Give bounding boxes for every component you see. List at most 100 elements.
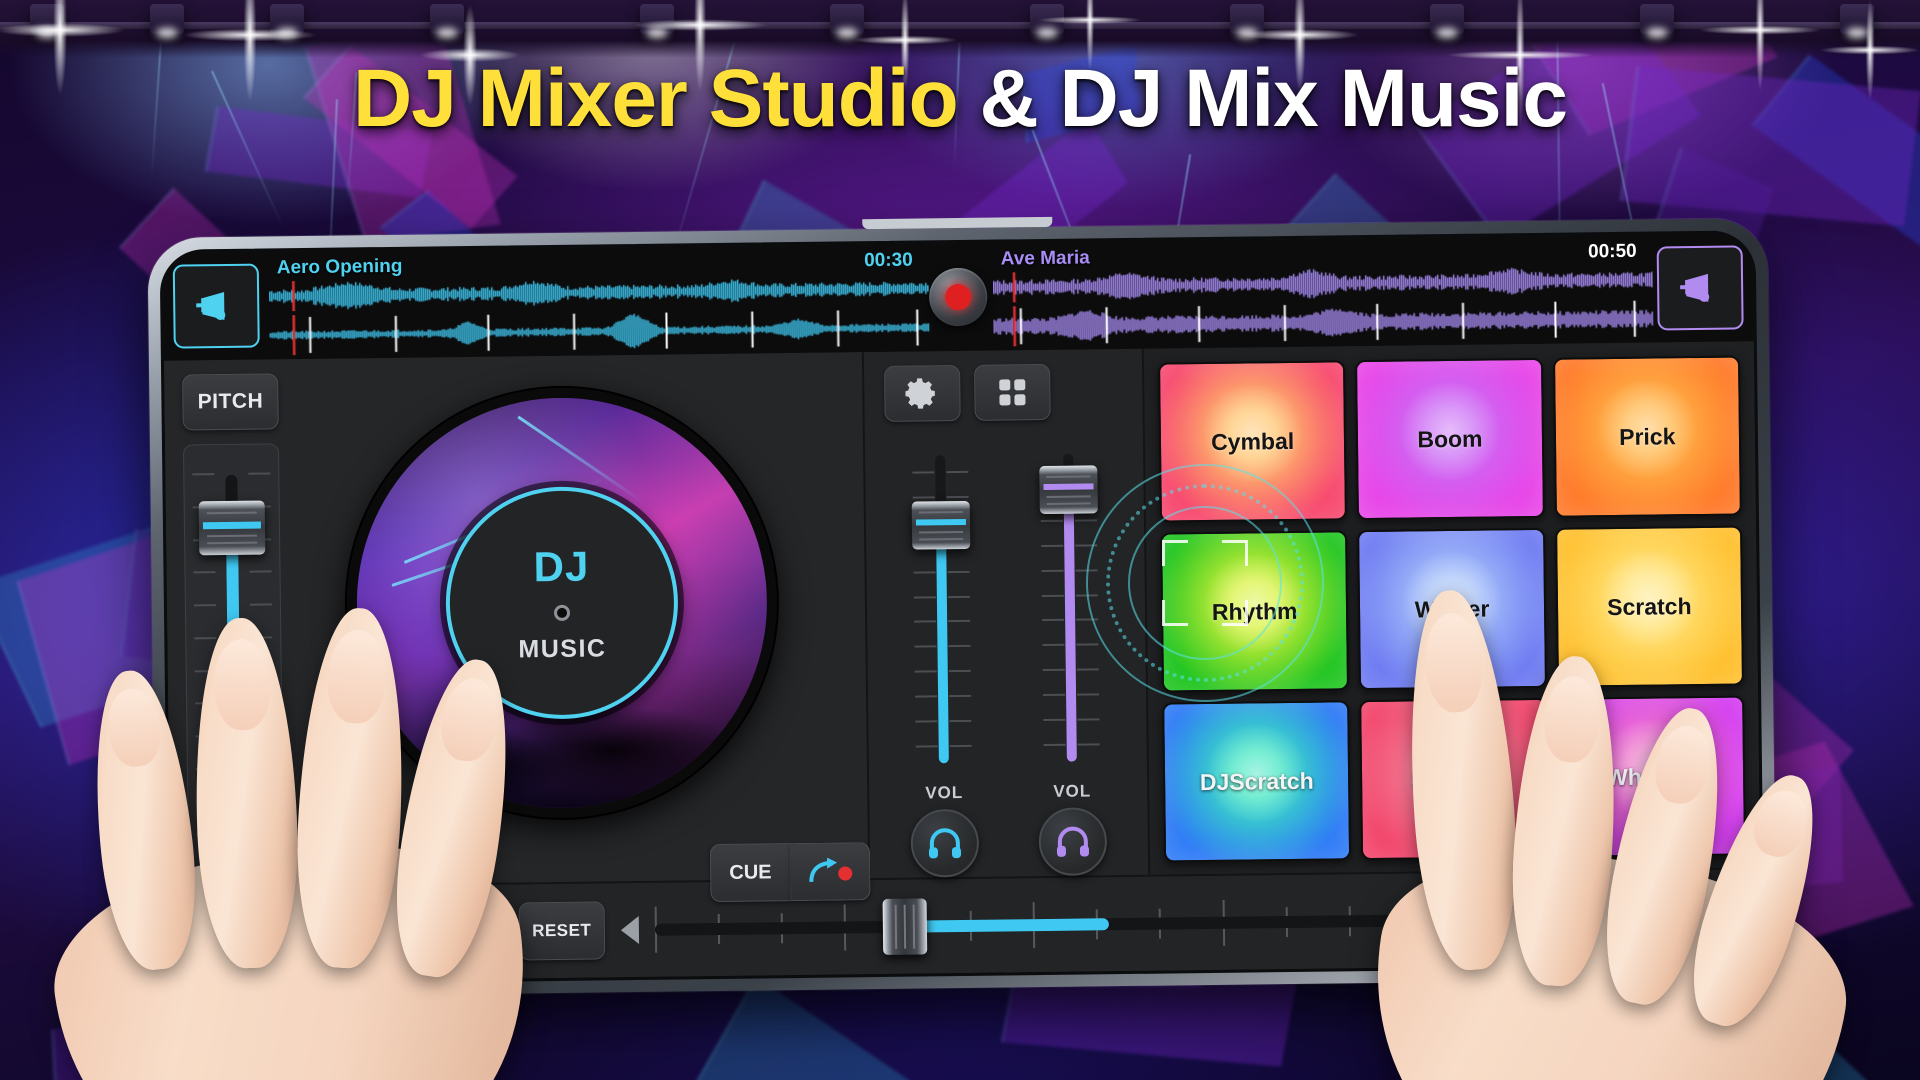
deck-a-time: 00:30 [864,250,913,273]
tempo-label: TEMPO [189,935,285,956]
tempo-fader[interactable] [183,443,285,928]
deck-a-volume-handle[interactable] [912,501,971,550]
deck-b-volume-handle[interactable] [1039,465,1098,514]
deck-a-waveform[interactable]: Aero Opening 00:30 [269,243,924,359]
add-music-right-button[interactable] [1657,245,1744,330]
waveform-header: Aero Opening 00:30 Ave Maria 00:50 [163,233,1754,360]
deck-b-time: 00:50 [1588,241,1637,264]
pitch-button[interactable]: PITCH [182,373,279,430]
deck-b-volume-fader[interactable] [1032,441,1108,772]
pad-cymbal-0[interactable]: Cymbal [1158,360,1347,522]
fader-tick [194,604,216,606]
cue-button[interactable]: CUE [710,843,791,902]
turntable[interactable]: DJ MUSIC [344,385,779,820]
fader-tick [948,595,970,597]
deck-b-waveform[interactable]: Ave Maria 00:50 [993,235,1648,351]
tab-cues[interactable]: CUES [1654,888,1742,945]
loop-record-button[interactable] [790,842,870,901]
tab-loop[interactable]: LOOP [1564,890,1654,947]
fader-tick [1043,694,1065,696]
fader-tick [197,834,219,836]
pad-rhythm-3[interactable]: Rhythm [1160,530,1349,692]
loop-record-icon [807,857,853,886]
cue-group: CUE [710,842,871,902]
mixer-panel: VOL VOL [864,349,1150,878]
fader-tick [192,473,214,475]
fader-tick [251,702,273,704]
crossfader-handle[interactable] [882,898,927,955]
deck-a-volume-fader[interactable] [904,443,980,774]
fader-tick [948,571,970,573]
fader-tick [196,801,218,803]
deck-b-mode-tabs: LOOP CUES [1563,887,1743,947]
fader-tick [946,471,968,473]
fader-tick [1043,669,1065,671]
deck-b-vol-label: VOL [1036,781,1108,802]
pad-label: Scratch [1607,593,1692,621]
fader-tick [194,637,216,639]
tab-eq[interactable]: EQ [353,905,428,962]
arrow-left-icon[interactable] [621,916,639,944]
pad-grid: Cymbal Boom Prick Rhythm Walker Scratch DJScra… [1158,355,1746,862]
tab-cue[interactable]: CUE [278,905,354,962]
fader-tick [914,621,936,623]
pad-scratch-7[interactable]: Scratch [1359,698,1548,860]
fader-tick [253,898,275,900]
fader-tick [1042,644,1064,646]
fader-tick [912,471,934,473]
deck-a-cue-monitor[interactable]: VOL [908,783,981,878]
pad-label: DJScratch [1200,767,1314,795]
deck-a-vol-label: VOL [908,783,980,804]
pad-label: Prick [1619,423,1676,451]
fader-tick [1076,594,1098,596]
fader-tick [949,670,971,672]
fader-tick [949,695,971,697]
dj-mixer-app: Aero Opening 00:30 Ave Maria 00:50 PITCH… [163,233,1762,982]
pad-boom-1[interactable]: Boom [1355,358,1544,520]
pad-scratch-5[interactable]: Scratch [1555,525,1744,687]
add-music-left-button[interactable] [173,264,260,349]
title-highlight: DJ Mixer Studio [353,53,958,144]
pad-label: Walker [1415,595,1490,623]
pad-whoosh-8[interactable]: Whoosh [1557,695,1746,857]
fader-tick [914,646,936,648]
fader-tick [913,496,935,498]
crossfader-fill [904,918,1108,932]
gear-icon [905,376,939,410]
page-title: DJ Mixer Studio & DJ Mix Music [0,52,1920,146]
pad-label: Whoosh [1606,763,1697,791]
record-icon [945,284,971,310]
fader-tick [195,670,217,672]
title-rest: & DJ Mix Music [979,53,1566,144]
tempo-fader-handle[interactable] [199,501,266,556]
phone-mockup: Aero Opening 00:30 Ave Maria 00:50 PITCH… [147,218,1776,998]
pad-prick-2[interactable]: Prick [1553,355,1742,517]
deck-b-overview-wave [993,265,1653,303]
bg-facet [1657,1038,1892,1080]
reset-right-button[interactable]: RESET [1461,890,1548,949]
tab-fx[interactable]: FX [427,904,502,961]
arrow-right-icon[interactable] [1427,906,1445,934]
pad-grid-button[interactable] [974,364,1051,421]
deck-b-cue-monitor[interactable]: VOL [1036,781,1109,876]
fader-tick [947,496,969,498]
reset-left-button[interactable]: RESET [518,901,605,960]
pad-label: Rhythm [1212,597,1298,625]
add-music-icon [1678,266,1723,311]
fader-tick [1076,569,1098,571]
fader-tick [1077,694,1099,696]
bottom-toolbar: SYNC CUE EQ FX RESET RESET LOOP CUES [170,867,1761,982]
phone-notch [862,217,1052,229]
fader-tick [249,571,271,573]
fader-tick [915,695,937,697]
fader-tick [916,745,938,747]
settings-button[interactable] [884,365,961,422]
deck-b-detail-wave [993,299,1653,347]
crossfader[interactable] [654,892,1412,959]
pad-djscratch-6[interactable]: DJScratch [1162,700,1351,862]
record-button[interactable] [929,268,988,327]
pad-walker-4[interactable]: Walker [1357,528,1546,690]
fader-tick [248,472,270,474]
bg-facet [624,976,955,1080]
fader-tick [250,636,272,638]
